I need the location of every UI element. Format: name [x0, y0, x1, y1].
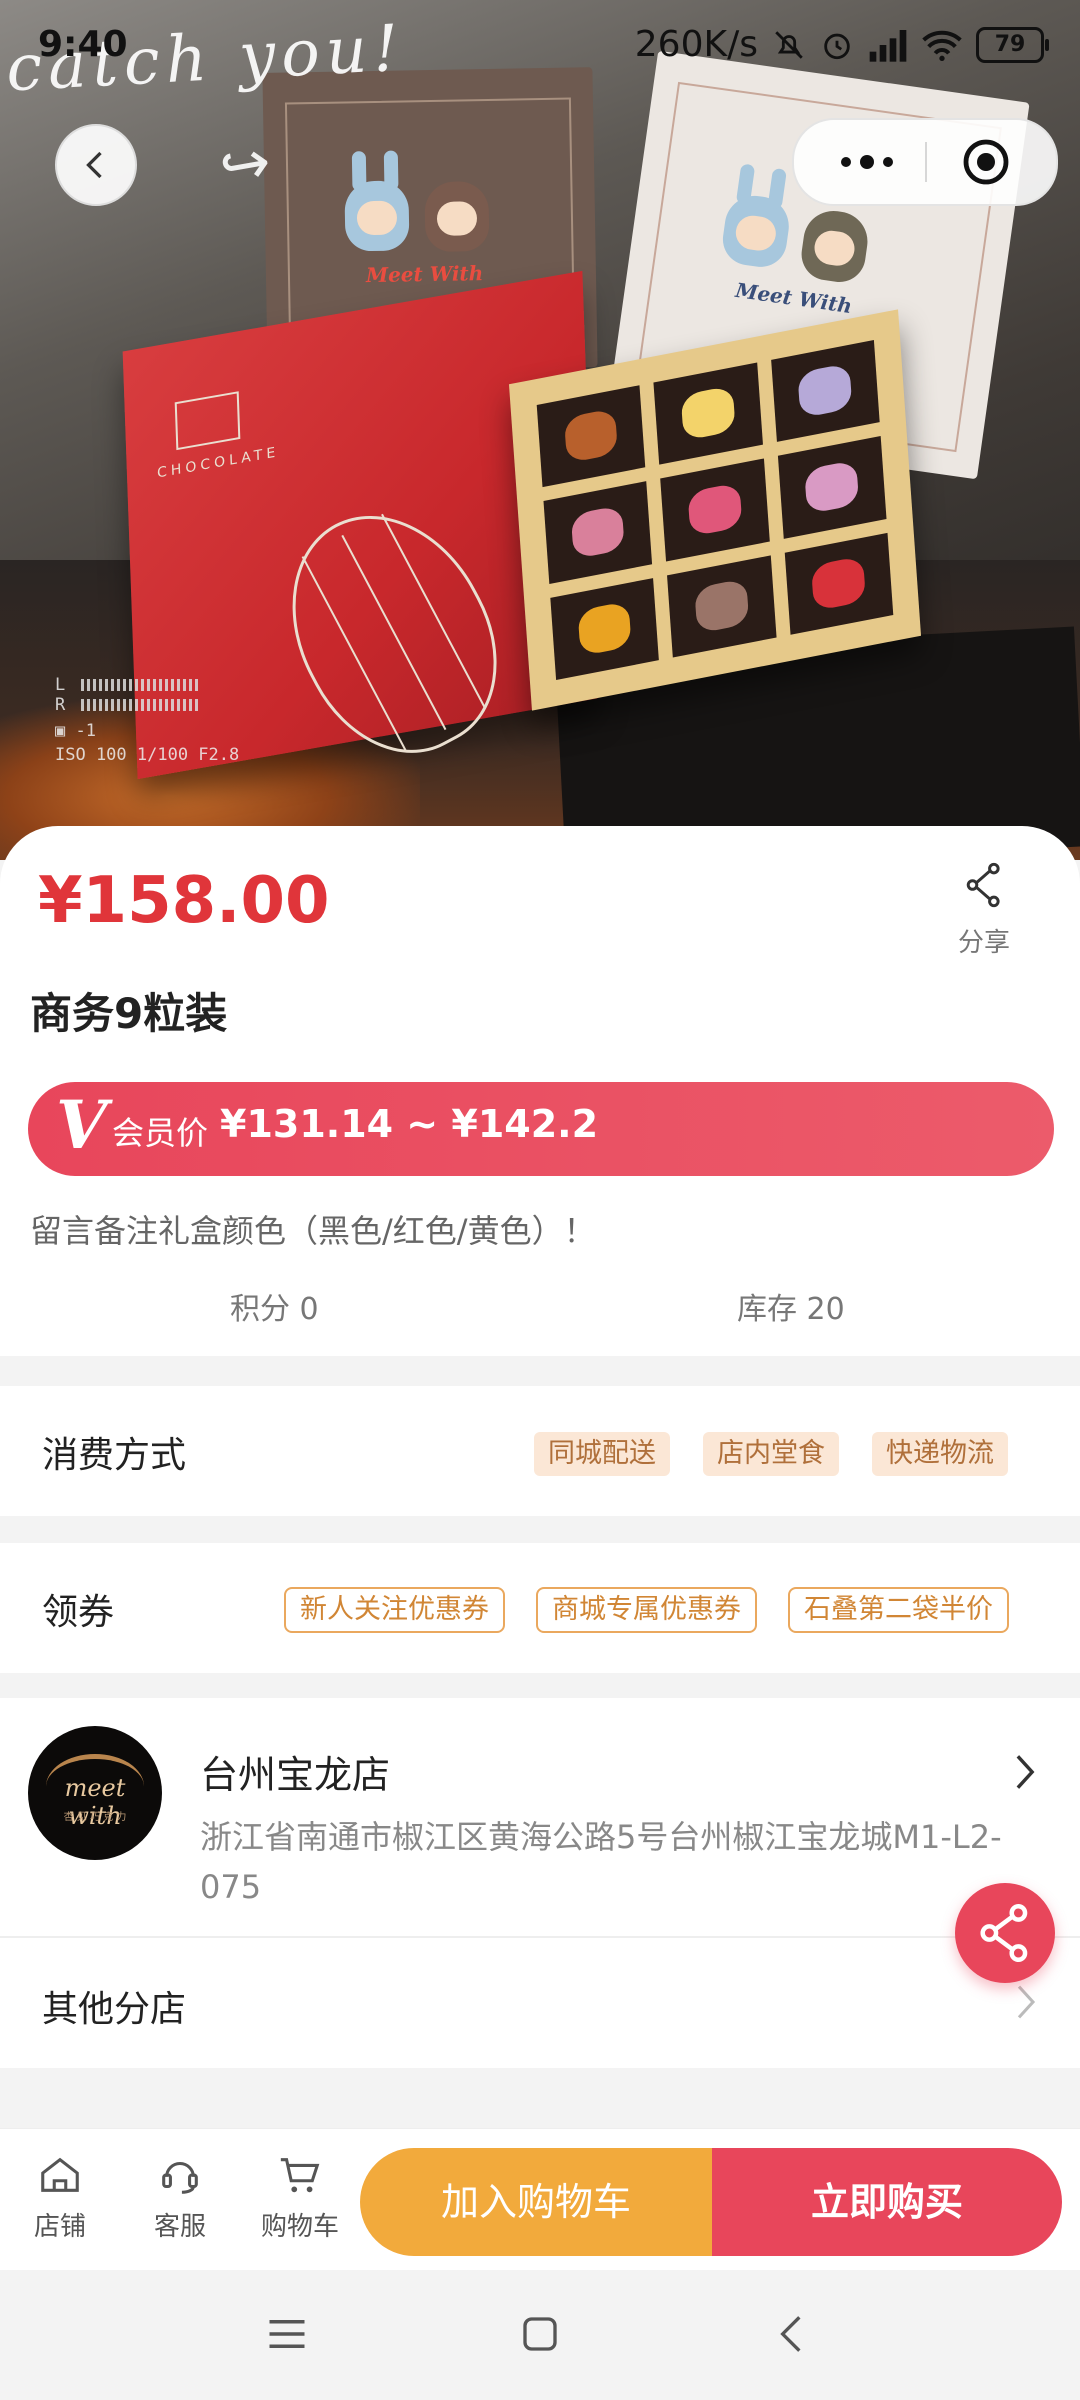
bag-brand-text: Meet With	[365, 261, 484, 288]
close-miniprogram-icon[interactable]	[962, 138, 1010, 186]
signal-icon	[869, 29, 907, 62]
status-time: 9:40	[38, 24, 128, 65]
wifi-icon	[922, 30, 962, 61]
other-branches-label: 其他分店	[42, 1989, 187, 2030]
alarm-icon	[824, 33, 850, 59]
mute-icon	[775, 30, 803, 59]
menu-icon[interactable]	[266, 2316, 308, 2352]
box-logo	[174, 391, 241, 451]
tab-service-label: 客服	[153, 2212, 206, 2242]
other-branches-row[interactable]: 其他分店	[0, 1938, 1080, 2068]
box-label: CHOCOLATE	[156, 444, 280, 482]
chevron-right-icon	[1017, 1985, 1036, 2019]
floating-share-button[interactable]	[955, 1883, 1055, 1983]
coupon-row[interactable]: 领券 新人关注优惠券 商城专属优惠券 石叠第二袋半价	[0, 1543, 1080, 1673]
points-value: 积分 0	[230, 1292, 319, 1327]
status-bar: 9:40 260K/s 79	[0, 0, 1080, 96]
camera-meta: L R ▣ -1 ISO 100 1/100 F2.8	[55, 675, 240, 765]
home-icon[interactable]	[520, 2314, 560, 2354]
coupon-label: 领券	[42, 1592, 115, 1633]
stock-value: 库存 20	[737, 1292, 845, 1327]
system-navigation-bar	[0, 2270, 1080, 2400]
coupon-new-follower[interactable]: 新人关注优惠券	[284, 1587, 505, 1633]
product-title: 商务9粒装	[30, 989, 228, 1038]
consumption-row: 消费方式 同城配送 店内堂食 快递物流	[0, 1386, 1080, 1516]
miniprogram-capsule	[792, 118, 1058, 206]
tab-cart[interactable]: 购物车	[250, 2152, 350, 2243]
cart-icon	[280, 2158, 320, 2193]
share-button[interactable]: 分享	[948, 862, 1020, 959]
member-price-range: ¥131.14 ~ ¥142.2	[220, 1102, 599, 1146]
back-nav-icon[interactable]	[776, 2314, 806, 2354]
status-indicators: 260K/s 79	[634, 24, 1049, 65]
store-name[interactable]: 台州宝龙店	[200, 1744, 390, 1799]
product-price: ¥158.00	[38, 864, 330, 938]
consumption-option-local-delivery: 同城配送	[534, 1432, 670, 1476]
more-icon[interactable]	[822, 140, 912, 184]
store-logo: meet with 杏 见 巧 克 力	[28, 1726, 162, 1860]
mascot-chef	[424, 180, 490, 253]
store-address: 浙江省南通市椒江区黄海公路5号台州椒江宝龙城M1-L2-075	[200, 1818, 1002, 1906]
store-logo-subtext: 杏 见 巧 克 力	[63, 1812, 127, 1823]
consumption-option-dine-in: 店内堂食	[703, 1432, 839, 1476]
back-button[interactable]	[55, 124, 137, 206]
vip-v-icon: V	[56, 1086, 108, 1164]
share-label: 分享	[957, 928, 1010, 958]
camera-info: ISO 100 1/100 F2.8	[55, 745, 240, 765]
product-note: 留言备注礼盒颜色（黑色/红色/黄色）！	[30, 1212, 596, 1250]
member-price-banner[interactable]: V 会员价 ¥131.14 ~ ¥142.2	[28, 1082, 1054, 1176]
mascot-rabbit	[344, 150, 410, 252]
customer-service-icon	[162, 2161, 198, 2194]
tab-store[interactable]: 店铺	[10, 2152, 110, 2243]
network-speed: 260K/s	[634, 24, 758, 65]
tab-cart-label: 购物车	[260, 2212, 339, 2242]
coupon-second-bag-half[interactable]: 石叠第二袋半价	[788, 1587, 1009, 1633]
chevron-left-icon	[86, 151, 102, 179]
store-icon	[41, 2157, 79, 2192]
chevron-right-icon[interactable]	[1010, 1752, 1040, 1792]
member-price-label: 会员价	[112, 1114, 209, 1152]
share-icon	[966, 862, 1000, 908]
tab-store-label: 店铺	[33, 2212, 86, 2242]
tab-customer-service[interactable]: 客服	[130, 2152, 230, 2243]
coupon-mall-exclusive[interactable]: 商城专属优惠券	[536, 1587, 757, 1633]
share-icon	[980, 1904, 1028, 1962]
add-to-cart-button[interactable]: 加入购物车	[360, 2148, 712, 2256]
buy-now-button[interactable]: 立即购买	[712, 2148, 1062, 2256]
capsule-divider	[925, 142, 927, 182]
consumption-option-express: 快递物流	[872, 1432, 1008, 1476]
battery-icon: 79	[976, 26, 1049, 63]
consumption-label: 消费方式	[42, 1435, 187, 1476]
